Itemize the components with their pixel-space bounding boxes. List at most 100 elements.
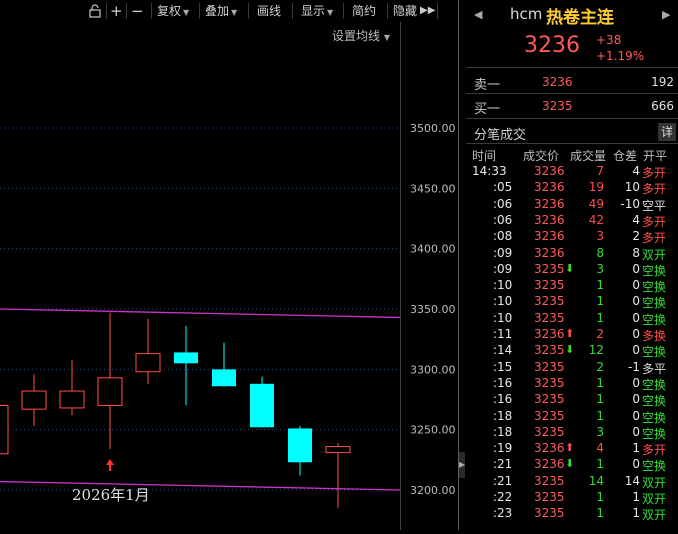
tick-row[interactable]: :14 3235 12 0 空换 ⬇: [466, 343, 678, 359]
expand-icon[interactable]: ▶▶: [420, 0, 435, 22]
tick-row[interactable]: :06 3236 42 4 多开: [466, 213, 678, 229]
signal-arrow-icon: [106, 459, 114, 471]
tick-row[interactable]: :21 3235 14 14 双开: [466, 474, 678, 490]
simple-button[interactable]: 简约: [352, 0, 376, 22]
tick-row[interactable]: :11 3236 2 0 多换 ⬆: [466, 327, 678, 343]
tick-time: :05: [493, 180, 513, 195]
tick-row[interactable]: :15 3235 2 -1 多平: [466, 360, 678, 376]
tick-volume: 49: [588, 196, 604, 211]
tick-price: 3235: [534, 375, 565, 390]
tick-row[interactable]: :10 3235 1 0 空换: [466, 278, 678, 294]
quote-panel: ◀ ▶ hcm 热卷主连 3236 +38 +1.19% 卖一 3236 192…: [466, 0, 678, 530]
tick-price: 3236: [534, 327, 565, 341]
panel-divider[interactable]: [458, 0, 459, 530]
arrow-down-icon: ⬇: [565, 343, 575, 357]
tick-price: 3236: [534, 229, 565, 244]
chart-toolbar: + − 复权 ▼ 叠加 ▼ 画线 显示 ▼ 简约 隐藏 ▶▶: [0, 0, 462, 22]
y-tick-label: 3350.00: [410, 303, 456, 316]
header-time: 时间: [472, 149, 497, 163]
header-price: 成交价: [523, 149, 560, 163]
tick-price: 3236: [534, 212, 565, 227]
detail-button[interactable]: 详: [658, 123, 676, 141]
sell-label: 卖一: [474, 78, 501, 93]
tick-row[interactable]: :16 3235 1 0 空换: [466, 392, 678, 408]
tick-row[interactable]: :09 3236 8 8 双开: [466, 246, 678, 262]
tick-row[interactable]: :05 3236 19 10 多开: [466, 180, 678, 196]
tick-time: :10: [493, 278, 513, 293]
tick-time: :11: [493, 327, 513, 341]
tick-type: 空平: [642, 198, 667, 213]
tick-oi: 0: [632, 408, 640, 423]
tick-row[interactable]: :22 3235 1 1 双开: [466, 490, 678, 506]
tick-oi: 0: [632, 424, 640, 439]
tick-volume: 2: [596, 327, 604, 341]
y-tick-label: 3300.00: [410, 363, 456, 376]
tick-type: 空换: [642, 377, 667, 392]
tick-row[interactable]: :18 3235 1 0 空换: [466, 409, 678, 425]
y-tick-label: 3250.00: [410, 424, 456, 437]
hide-button[interactable]: 隐藏: [393, 0, 417, 22]
tick-oi: -1: [628, 359, 640, 374]
tick-time: :10: [493, 294, 513, 309]
tick-row[interactable]: :06 3236 49 -10 空平: [466, 197, 678, 213]
display-button[interactable]: 显示 ▼: [301, 0, 333, 22]
tick-volume: 42: [588, 212, 604, 227]
tick-volume: 14: [588, 473, 604, 488]
arrow-down-icon: ⬇: [565, 457, 575, 471]
kline-chart[interactable]: 3500.00 3450.00 3400.00 3350.00 3300.00 3250.…: [0, 22, 458, 530]
tick-row[interactable]: :08 3236 3 2 多开: [466, 229, 678, 245]
tick-row[interactable]: :21 3236 1 0 空换 ⬇: [466, 457, 678, 473]
overlay-button[interactable]: 叠加 ▼: [205, 0, 237, 22]
tick-oi: 4: [632, 164, 640, 178]
prev-contract-icon[interactable]: ◀: [474, 8, 482, 21]
draw-line-button[interactable]: 画线: [257, 0, 281, 22]
tick-time: :22: [493, 490, 513, 504]
minus-icon[interactable]: −: [131, 0, 144, 22]
header-type: 开平: [643, 149, 668, 163]
tick-oi: 0: [632, 261, 640, 276]
tick-type: 空换: [642, 263, 667, 278]
fuquan-button[interactable]: 复权 ▼: [157, 0, 189, 22]
tick-oi: 0: [632, 327, 640, 341]
tick-row[interactable]: :16 3235 1 0 空换: [466, 376, 678, 392]
tick-volume: 1: [596, 457, 604, 472]
candle-body: [135, 353, 161, 373]
tick-price: 3236: [534, 180, 565, 195]
tick-type: 双开: [642, 492, 667, 506]
tick-row[interactable]: :19 3236 4 1 多开 ⬆: [466, 441, 678, 457]
tick-row[interactable]: :23 3235 1 1 双开: [466, 506, 678, 522]
next-contract-icon[interactable]: ▶: [662, 8, 670, 21]
tick-row[interactable]: :09 3235 3 0 空换 ⬇: [466, 262, 678, 278]
tick-oi: 0: [632, 375, 640, 390]
candle-body: [0, 405, 9, 455]
tick-volume: 1: [596, 392, 604, 407]
tick-type: 空换: [642, 296, 667, 311]
collapse-panel-icon[interactable]: ▶: [459, 452, 465, 478]
tick-volume: 4: [596, 441, 604, 456]
candle-body: [59, 390, 85, 409]
tick-row[interactable]: :18 3235 3 0 空换: [466, 425, 678, 441]
candle-body: [97, 377, 123, 407]
y-tick-label: 3200.00: [410, 484, 456, 497]
lock-icon[interactable]: [88, 0, 102, 22]
tick-volume: 2: [596, 359, 604, 374]
tick-row[interactable]: 14:33 3236 7 4 多开: [466, 164, 678, 180]
tick-volume: 3: [596, 229, 604, 244]
kline-svg[interactable]: 3500.00 3450.00 3400.00 3350.00 3300.00 3250.…: [0, 22, 458, 530]
tick-price: 3236: [534, 457, 565, 472]
tick-oi: 0: [632, 278, 640, 293]
tick-row[interactable]: :10 3235 1 0 空换: [466, 311, 678, 327]
tick-oi: 0: [632, 343, 640, 358]
tick-row[interactable]: :10 3235 1 0 空换: [466, 294, 678, 310]
ma-setting-button[interactable]: 设置均线 ▼: [332, 27, 390, 44]
plus-icon[interactable]: +: [110, 0, 123, 22]
tick-type: 多换: [642, 329, 667, 343]
date-label: 2026年1月: [72, 486, 150, 504]
tick-time: :21: [493, 457, 513, 472]
tick-type: 多开: [642, 182, 667, 197]
tick-price: 3235: [534, 278, 565, 293]
tick-type: 空换: [642, 345, 667, 360]
tick-type: 多开: [642, 214, 667, 229]
tick-volume: 3: [596, 424, 604, 439]
tick-price: 3236: [534, 164, 565, 178]
